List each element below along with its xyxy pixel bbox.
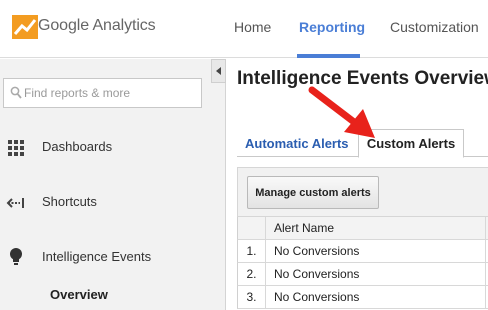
sidebar-item-label: Shortcuts xyxy=(42,194,97,209)
sidebar-item-label: Intelligence Events xyxy=(42,249,152,264)
search-icon xyxy=(10,86,22,99)
row-number: 3. xyxy=(238,286,266,308)
search-input[interactable] xyxy=(24,79,199,107)
row-number: 1. xyxy=(238,240,266,262)
grid-icon xyxy=(8,140,24,156)
row-number: 2. xyxy=(238,263,266,285)
shortcut-arrow-icon xyxy=(6,198,24,208)
column-header-alert-name[interactable]: Alert Name xyxy=(274,217,334,239)
brand-name: Google Analytics xyxy=(38,17,156,34)
red-arrow-annotation xyxy=(308,86,375,138)
collapse-sidebar-button[interactable] xyxy=(211,59,226,83)
sidebar-subitem-overview[interactable]: Overview xyxy=(50,287,108,302)
analytics-logo-icon xyxy=(12,15,38,39)
sidebar-item-dashboards[interactable]: Dashboards xyxy=(0,130,210,164)
top-header: Google Analytics Home Reporting Customiz… xyxy=(0,0,488,58)
nav-reporting[interactable]: Reporting xyxy=(299,19,365,35)
report-search[interactable] xyxy=(3,78,202,108)
alert-name[interactable]: No Conversions xyxy=(274,240,359,262)
nav-home[interactable]: Home xyxy=(234,19,271,35)
alert-name[interactable]: No Conversions xyxy=(274,286,359,308)
table-header-row: Alert Name xyxy=(237,217,488,240)
table-row[interactable]: 3. No Conversions xyxy=(237,286,488,309)
alert-name[interactable]: No Conversions xyxy=(274,263,359,285)
sidebar-item-shortcuts[interactable]: Shortcuts xyxy=(0,185,210,219)
header-num-cell xyxy=(238,217,266,239)
table-row[interactable]: 1. No Conversions xyxy=(237,240,488,263)
sidebar-item-label: Dashboards xyxy=(42,139,113,154)
manage-custom-alerts-button[interactable]: Manage custom alerts xyxy=(247,176,379,209)
sidebar-item-intelligence-events[interactable]: Intelligence Events xyxy=(0,240,210,274)
active-nav-indicator xyxy=(297,54,360,58)
table-row[interactable]: 2. No Conversions xyxy=(237,263,488,286)
lightbulb-icon xyxy=(10,248,22,265)
nav-customization[interactable]: Customization xyxy=(390,19,479,35)
